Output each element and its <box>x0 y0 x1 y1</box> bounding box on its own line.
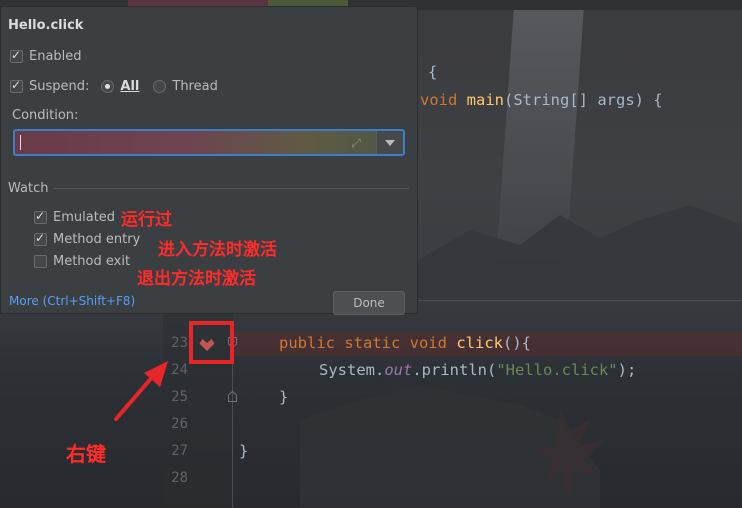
code-line-23[interactable]: public static void click(){ <box>279 334 531 352</box>
watch-method-entry-row[interactable]: Method entry <box>34 231 141 247</box>
annotation-right-click: 右键 <box>66 442 106 466</box>
method-exit-checkbox[interactable] <box>34 255 47 268</box>
println-call: .println( <box>412 361 497 379</box>
enabled-checkbox[interactable] <box>10 48 23 63</box>
code-line-25[interactable]: } <box>279 388 288 406</box>
emulated-checkbox[interactable] <box>34 209 47 224</box>
chevron-down-icon[interactable] <box>376 131 403 154</box>
breakpoint-highlight-box <box>189 321 234 364</box>
click-modifiers: public static void <box>279 334 447 352</box>
suspend-row: Suspend: All Thread <box>10 78 218 94</box>
main-method-name: main <box>466 91 504 109</box>
system-ref: System. <box>319 361 385 379</box>
suspend-all-label: All <box>120 79 140 94</box>
call-end: ); <box>617 361 637 379</box>
emulated-label: Emulated <box>53 210 116 225</box>
line-number: 27 <box>171 443 188 459</box>
code-line-27[interactable]: } <box>239 442 248 460</box>
line-number: 28 <box>171 470 188 486</box>
out-field: out <box>384 361 413 379</box>
done-button[interactable]: Done <box>333 291 405 315</box>
enabled-row[interactable]: Enabled <box>10 48 82 64</box>
method-entry-label: Method entry <box>53 232 141 247</box>
more-options-link[interactable]: More (Ctrl+Shift+F8) <box>9 294 135 308</box>
breakpoint-properties-popup: Hello.click Enabled Suspend: All Thread … <box>0 6 418 315</box>
suspend-checkbox[interactable] <box>10 78 23 93</box>
condition-input[interactable]: ⤢ <box>13 129 405 156</box>
watch-label: Watch <box>8 181 49 196</box>
annotation-method-exit: 退出方法时激活 <box>137 269 256 289</box>
annotation-method-entry: 进入方法时激活 <box>158 240 277 260</box>
main-keyword: void <box>420 91 458 109</box>
method-exit-label: Method exit <box>53 254 131 269</box>
annotation-arrow-icon <box>114 361 168 421</box>
condition-label: Condition: <box>12 108 79 123</box>
main-params: (String[] args) { <box>504 91 663 109</box>
annotation-emulated: 运行过 <box>121 210 172 230</box>
watch-method-exit-row[interactable]: Method exit <box>34 254 130 269</box>
method-entry-checkbox[interactable] <box>34 231 47 246</box>
watch-emulated-row[interactable]: Emulated <box>34 209 116 225</box>
popup-title: Hello.click <box>8 18 84 33</box>
fold-guide <box>232 340 233 508</box>
watch-separator <box>53 188 409 189</box>
string-literal: "Hello.click" <box>496 361 618 379</box>
click-method-name: click <box>456 334 503 352</box>
click-params: (){ <box>503 334 531 352</box>
suspend-all-radio[interactable] <box>101 80 115 93</box>
text-caret <box>20 135 21 150</box>
line-number: 23 <box>171 335 188 351</box>
suspend-thread-radio[interactable] <box>153 80 167 93</box>
code-brace: { <box>428 63 438 81</box>
fold-icon[interactable] <box>228 391 237 402</box>
suspend-thread-label: Thread <box>172 79 218 94</box>
enabled-label: Enabled <box>29 49 82 64</box>
code-line-24[interactable]: System.out.println("Hello.click"); <box>319 361 636 379</box>
editor-separator <box>418 300 742 301</box>
code-main-signature: void main(String[] args) { <box>420 91 663 109</box>
suspend-label: Suspend: <box>29 79 90 94</box>
expand-icon[interactable]: ⤢ <box>347 134 365 152</box>
